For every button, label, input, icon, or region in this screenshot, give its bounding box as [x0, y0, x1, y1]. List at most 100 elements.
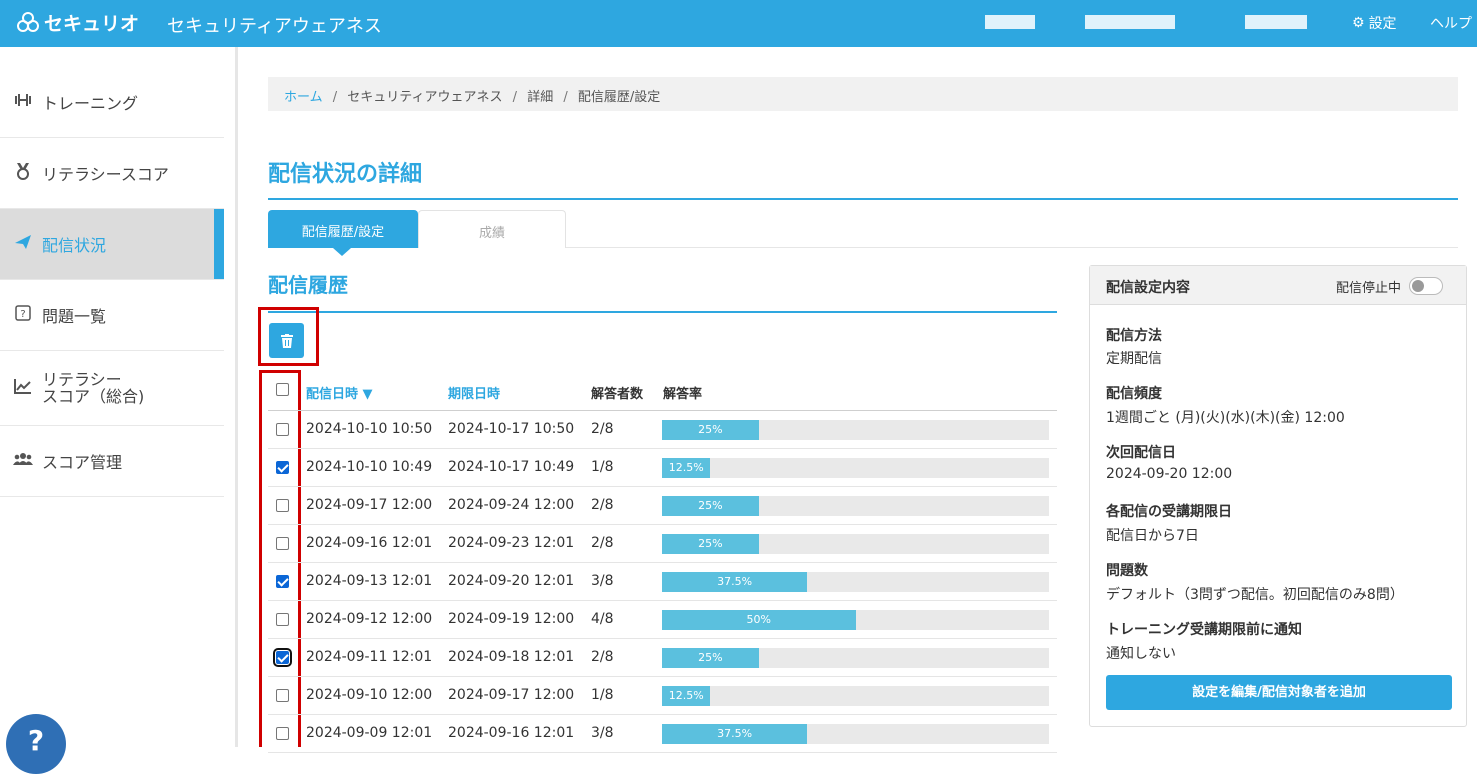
table-row: 2024-09-13 12:01 2024-09-20 12:01 3/8 37.5% [268, 563, 1057, 601]
redacted-user-info [985, 15, 1035, 29]
respondents-cell: 1/8 [591, 459, 614, 475]
row-checkbox[interactable] [273, 648, 292, 667]
help-chat-button[interactable]: ? [6, 714, 66, 774]
row-checkbox[interactable] [276, 461, 289, 474]
question-count-value: デフォルト（3問ずつ配信。初回配信のみ8問） [1106, 587, 1404, 603]
sidebar-item-delivery-status[interactable]: 配信状況 [0, 209, 224, 280]
edit-settings-button[interactable]: 設定を編集/配信対象者を追加 [1106, 675, 1452, 710]
tab-results[interactable]: 成績 [418, 210, 566, 248]
select-all-checkbox[interactable] [276, 383, 289, 396]
rate-progress-fill: 37.5% [662, 572, 808, 592]
sent-at-cell: 2024-10-10 10:50 [306, 421, 433, 437]
sent-at-cell: 2024-09-16 12:01 [306, 535, 433, 551]
redacted-user-info [1085, 15, 1175, 29]
sent-at-cell: 2024-09-17 12:00 [306, 497, 433, 513]
medal-icon [12, 162, 34, 184]
rate-progress-bar: 37.5% [662, 572, 1049, 592]
rate-progress-fill: 25% [662, 534, 759, 554]
paper-plane-icon [12, 234, 34, 254]
breadcrumb-detail[interactable]: 詳細 [527, 90, 553, 105]
history-section-title: 配信履歴 [268, 273, 348, 297]
tab-divider [566, 247, 1458, 248]
table-row: 2024-09-09 12:01 2024-09-16 12:01 3/8 37.5% [268, 715, 1057, 753]
row-checkbox[interactable] [276, 613, 289, 626]
settings-panel-title: 配信設定内容 [1106, 280, 1190, 296]
table-row: 2024-10-10 10:50 2024-10-17 10:50 2/8 25% [268, 411, 1057, 449]
users-icon [12, 452, 34, 470]
row-checkbox[interactable] [276, 575, 289, 588]
breadcrumb-awareness[interactable]: セキュリティアウェアネス [347, 90, 502, 105]
app-logo[interactable]: セキュリオ [16, 9, 139, 36]
rate-progress-bar: 37.5% [662, 724, 1049, 744]
row-checkbox[interactable] [276, 499, 289, 512]
section-divider [268, 311, 1057, 313]
rate-progress-fill: 50% [662, 610, 856, 630]
rate-progress-fill: 25% [662, 648, 759, 668]
sidebar-item-literacy-overall[interactable]: リテラシー スコア（総合) [0, 351, 224, 426]
sidebar-item-score-management[interactable]: スコア管理 [0, 426, 224, 497]
settings-link[interactable]: ⚙ 設定 [1352, 13, 1397, 33]
rate-progress-bar: 25% [662, 648, 1049, 668]
notify-label: トレーニング受講期限前に通知 [1106, 622, 1302, 638]
deadline-cell: 2024-09-18 12:01 [448, 649, 575, 665]
column-sent-at[interactable]: 配信日時 ▼ [306, 383, 373, 402]
table-row: 2024-09-11 12:01 2024-09-18 12:01 2/8 25% [268, 639, 1057, 677]
next-delivery-label: 次回配信日 [1106, 445, 1176, 461]
stop-delivery-toggle[interactable] [1409, 277, 1443, 295]
sent-at-cell: 2024-09-10 12:00 [306, 687, 433, 703]
respondents-cell: 2/8 [591, 497, 614, 513]
sent-at-cell: 2024-09-11 12:01 [306, 649, 433, 665]
tab-history-settings[interactable]: 配信履歴/設定 [268, 210, 418, 256]
row-checkbox[interactable] [276, 423, 289, 436]
title-divider [268, 198, 1458, 200]
rate-progress-bar: 12.5% [662, 458, 1049, 478]
app-title: セキュリティアウェアネス [167, 16, 382, 37]
respondents-cell: 2/8 [591, 535, 614, 551]
sent-at-cell: 2024-10-10 10:49 [306, 459, 433, 475]
table-row: 2024-10-10 10:49 2024-10-17 10:49 1/8 12.5% [268, 449, 1057, 487]
rate-progress-bar: 12.5% [662, 686, 1049, 706]
table-row: 2024-09-10 12:00 2024-09-17 12:00 1/8 12.5% [268, 677, 1057, 715]
frequency-value: 1週間ごと (月)(火)(水)(木)(金) 12:00 [1106, 410, 1345, 426]
notify-value: 通知しない [1106, 646, 1176, 662]
method-label: 配信方法 [1106, 328, 1162, 344]
help-link[interactable]: ヘルプ [1430, 13, 1472, 33]
respondents-cell: 3/8 [591, 573, 614, 589]
row-checkbox[interactable] [276, 727, 289, 740]
deadline-cell: 2024-10-17 10:49 [448, 459, 575, 475]
column-rate: 解答率 [663, 387, 703, 402]
column-respondents: 解答者数 [591, 387, 644, 402]
column-deadline[interactable]: 期限日時 [448, 383, 500, 402]
rate-progress-bar: 25% [662, 534, 1049, 554]
deadline-cell: 2024-09-24 12:00 [448, 497, 575, 513]
logo-text: セキュリオ [44, 13, 140, 35]
deadline-value: 配信日から7日 [1106, 528, 1199, 544]
respondents-cell: 1/8 [591, 687, 614, 703]
rate-progress-fill: 25% [662, 420, 759, 440]
sidebar: トレーニング リテラシースコア 配信状況 ? 問題一覧 リテラシー スコア（総合… [0, 47, 238, 747]
row-checkbox[interactable] [276, 689, 289, 702]
sidebar-item-literacy-score[interactable]: リテラシースコア [0, 138, 224, 209]
sidebar-item-training[interactable]: トレーニング [0, 67, 224, 138]
rate-progress-fill: 37.5% [662, 724, 808, 744]
row-checkbox[interactable] [276, 537, 289, 550]
breadcrumb: ホーム / セキュリティアウェアネス / 詳細 / 配信履歴/設定 [268, 77, 1458, 111]
rate-progress-bar: 50% [662, 610, 1049, 630]
sidebar-item-question-list[interactable]: ? 問題一覧 [0, 280, 224, 351]
respondents-cell: 2/8 [591, 649, 614, 665]
delete-button[interactable] [269, 323, 304, 358]
logo-icon [17, 11, 39, 32]
frequency-label: 配信頻度 [1106, 386, 1162, 402]
svg-text:?: ? [20, 309, 25, 320]
rate-progress-fill: 12.5% [662, 458, 711, 478]
sent-at-cell: 2024-09-12 12:00 [306, 611, 433, 627]
page-title: 配信状況の詳細 [268, 162, 423, 187]
rate-progress-bar: 25% [662, 420, 1049, 440]
table-row: 2024-09-16 12:01 2024-09-23 12:01 2/8 25% [268, 525, 1057, 563]
breadcrumb-home[interactable]: ホーム [284, 90, 323, 105]
settings-panel: 配信設定内容 配信停止中 配信方法 定期配信 配信頻度 1週間ごと (月)(火)… [1089, 265, 1467, 727]
redacted-user-info [1245, 15, 1307, 29]
question-box-icon: ? [12, 305, 34, 325]
deadline-cell: 2024-09-17 12:00 [448, 687, 575, 703]
deadline-cell: 2024-09-20 12:01 [448, 573, 575, 589]
